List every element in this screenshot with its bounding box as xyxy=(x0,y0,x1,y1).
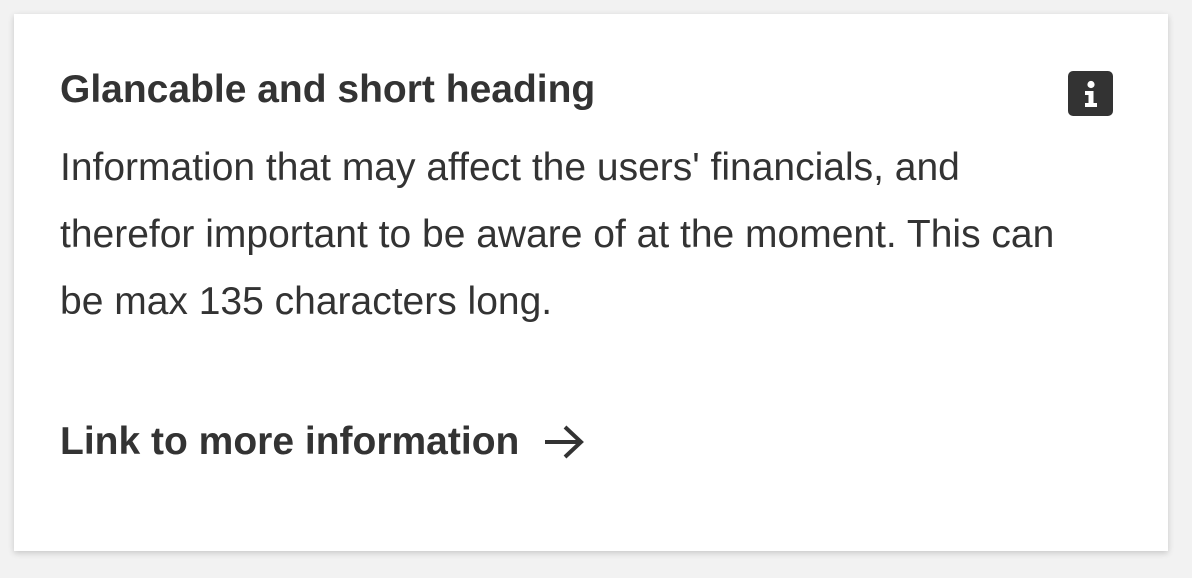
info-glyph xyxy=(1084,80,1097,107)
info-icon xyxy=(1068,71,1113,116)
info-card: Glancable and short heading Information … xyxy=(14,14,1168,551)
card-body-text: Information that may affect the users' f… xyxy=(60,146,1055,323)
more-information-link[interactable]: Link to more information xyxy=(60,416,585,468)
arrow-right-icon xyxy=(543,424,585,460)
link-label: Link to more information xyxy=(60,420,520,463)
card-heading: Glancable and short heading xyxy=(60,68,596,111)
